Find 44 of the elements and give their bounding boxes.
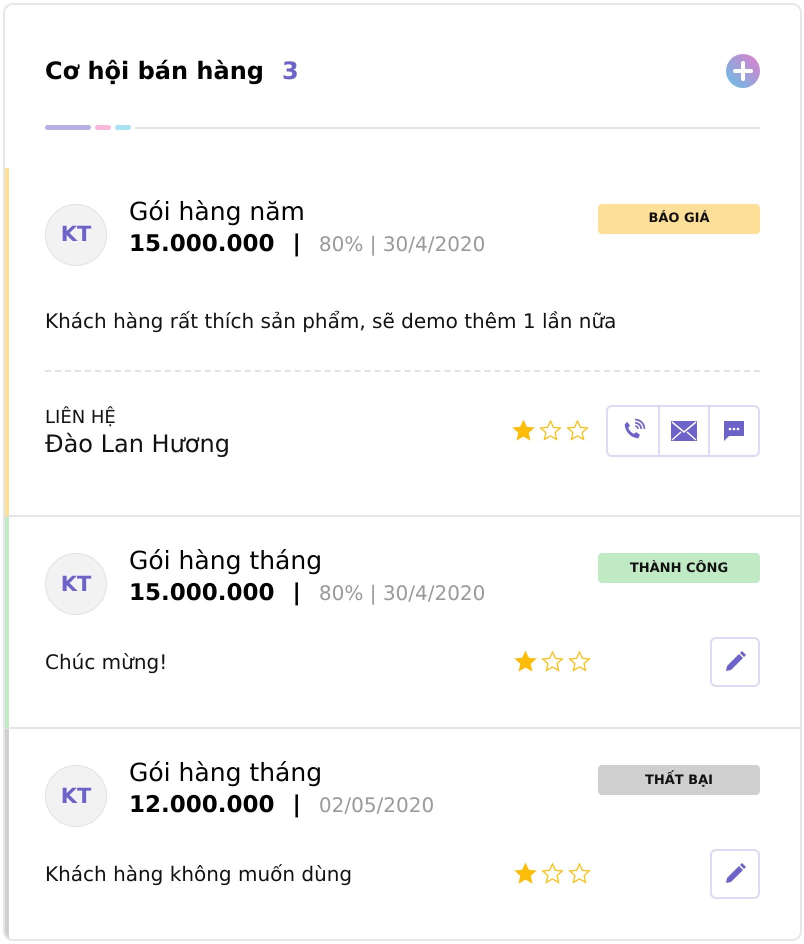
- chat-icon: [722, 418, 746, 443]
- deal-meta: 80% | 30/4/2020: [318, 580, 486, 608]
- deal-amount: 12.000.000: [129, 791, 275, 820]
- section-title: Cơ hội bán hàng: [45, 56, 264, 87]
- empty-star-icon: [567, 650, 592, 674]
- envelope-icon: [671, 420, 697, 441]
- empty-star-icon: [540, 862, 565, 886]
- filled-star-icon: [513, 862, 538, 886]
- empty-star-icon: [538, 418, 563, 443]
- plus-icon: [732, 60, 754, 82]
- divider-segment: [95, 125, 111, 130]
- separator: |: [292, 579, 301, 608]
- filled-star-icon: [513, 650, 538, 674]
- separator: |: [292, 230, 301, 259]
- add-button[interactable]: [726, 54, 760, 88]
- deal-note: Khách hàng không muốn dùng: [45, 861, 354, 888]
- avatar: KT: [45, 204, 107, 266]
- contact-label: LIÊN HỆ: [45, 405, 117, 430]
- deal-meta: 80% | 30/4/2020: [318, 230, 486, 258]
- avatar: KT: [45, 553, 107, 616]
- message-button[interactable]: [708, 406, 758, 455]
- deal-title: Gói hàng năm: [129, 198, 306, 227]
- deal-meta: 02/05/2020: [318, 792, 434, 820]
- empty-star-icon: [567, 862, 592, 886]
- contact-name: Đào Lan Hương: [45, 431, 231, 458]
- divider-segment: [115, 125, 131, 130]
- deal-title: Gói hàng tháng: [129, 759, 324, 788]
- divider-segment: [45, 125, 91, 130]
- deal-amount: 15.000.000: [129, 230, 275, 259]
- empty-star-icon: [565, 418, 590, 443]
- deal-note: Khách hàng rất thích sản phẩm, sẽ demo thêm 1 lần nữa: [45, 308, 618, 335]
- count-label: 3: [282, 56, 299, 87]
- status-badge: THẤT BẠI: [598, 765, 760, 796]
- deal-title: Gói hàng tháng: [129, 547, 324, 576]
- status-badge: BÁO GIÁ: [598, 204, 760, 234]
- filled-star-icon: [511, 418, 536, 443]
- avatar: KT: [45, 765, 107, 828]
- edit-button[interactable]: [710, 849, 760, 900]
- deal-note: Chúc mừng!: [45, 649, 168, 676]
- separator: |: [292, 791, 301, 820]
- empty-star-icon: [540, 650, 565, 674]
- edit-button[interactable]: [710, 637, 760, 688]
- deal-amount: 15.000.000: [129, 579, 275, 608]
- status-badge: THÀNH CÔNG: [598, 553, 760, 584]
